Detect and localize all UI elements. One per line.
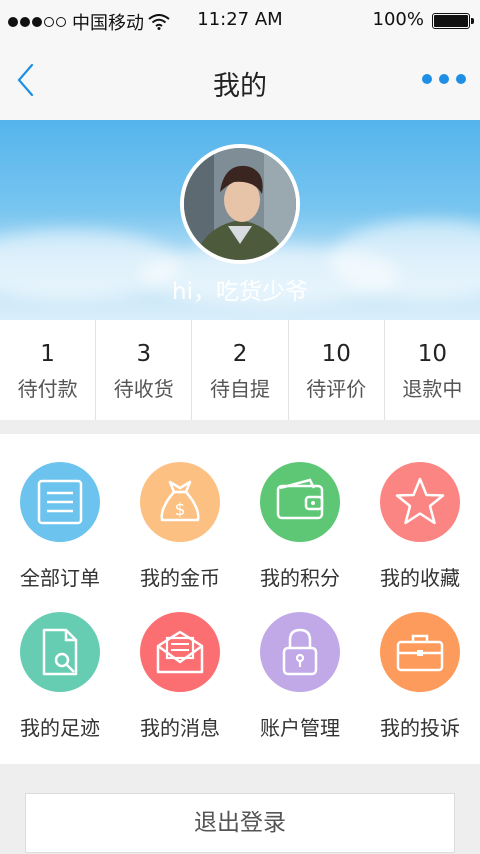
battery-icon xyxy=(432,13,474,29)
order-status-pending-receipt[interactable]: 3 待收货 xyxy=(96,320,193,420)
lock-icon xyxy=(260,612,340,692)
battery-percentage: 100% xyxy=(372,9,424,30)
menu-my-footprints[interactable]: 我的足迹 xyxy=(0,584,120,740)
order-count: 10 xyxy=(417,341,448,367)
order-count: 2 xyxy=(232,341,248,367)
order-status-pending-payment[interactable]: 1 待付款 xyxy=(0,320,97,420)
order-label: 待付款 xyxy=(17,377,78,401)
envelope-icon xyxy=(140,612,220,692)
menu-label: 我的投诉 xyxy=(380,716,460,740)
order-status-refunding[interactable]: 10 退款中 xyxy=(385,320,480,420)
order-label: 退款中 xyxy=(402,377,463,401)
menu-label: 我的消息 xyxy=(140,716,220,740)
logout-button[interactable]: 退出登录 xyxy=(25,793,455,853)
wallet-icon xyxy=(260,462,340,542)
briefcase-icon xyxy=(380,612,460,692)
order-status-pending-review[interactable]: 10 待评价 xyxy=(289,320,385,420)
logout-area: 退出登录 xyxy=(0,764,480,854)
menu-my-favorites[interactable]: 我的收藏 xyxy=(360,434,480,590)
order-status-row: 1 待付款 3 待收货 2 待自提 10 待评价 10 退款中 xyxy=(0,320,480,420)
menu-my-points[interactable]: 我的积分 xyxy=(240,434,360,590)
star-icon xyxy=(380,462,460,542)
status-bar: 中国移动 11:27 AM 100% xyxy=(0,0,480,40)
avatar[interactable] xyxy=(180,144,300,264)
greeting-text: hi，吃货少爷 xyxy=(172,279,308,305)
money-bag-icon: $ xyxy=(140,462,220,542)
order-count: 10 xyxy=(321,341,351,367)
menu-account-management[interactable]: 账户管理 xyxy=(240,584,360,740)
order-label: 待收货 xyxy=(113,377,174,401)
menu-my-coins[interactable]: $ 我的金币 xyxy=(120,434,240,590)
menu-my-complaints[interactable]: 我的投诉 xyxy=(360,584,480,740)
order-count: 1 xyxy=(40,341,55,367)
order-status-pending-pickup[interactable]: 2 待自提 xyxy=(192,320,289,420)
menu-label: 我的足迹 xyxy=(20,716,100,740)
order-label: 待自提 xyxy=(210,377,270,401)
order-list-icon xyxy=(20,462,100,542)
more-options-icon[interactable] xyxy=(415,74,466,84)
order-label: 待评价 xyxy=(306,377,367,401)
profile-banner: hi，吃货少爷 xyxy=(0,120,480,320)
back-chevron-icon[interactable] xyxy=(14,62,38,98)
svg-text:$: $ xyxy=(175,500,186,520)
menu-grid: 全部订单 $ 我的金币 我的积分 我的收藏 我的足迹 我的消息 账户管理 我的投… xyxy=(0,434,480,764)
menu-my-messages[interactable]: 我的消息 xyxy=(120,584,240,740)
order-count: 3 xyxy=(136,341,152,367)
page-title: 我的 xyxy=(213,71,267,102)
document-search-icon xyxy=(20,612,100,692)
navigation-bar: 我的 xyxy=(0,40,480,120)
menu-label: 账户管理 xyxy=(260,716,340,740)
menu-all-orders[interactable]: 全部订单 xyxy=(0,434,120,590)
